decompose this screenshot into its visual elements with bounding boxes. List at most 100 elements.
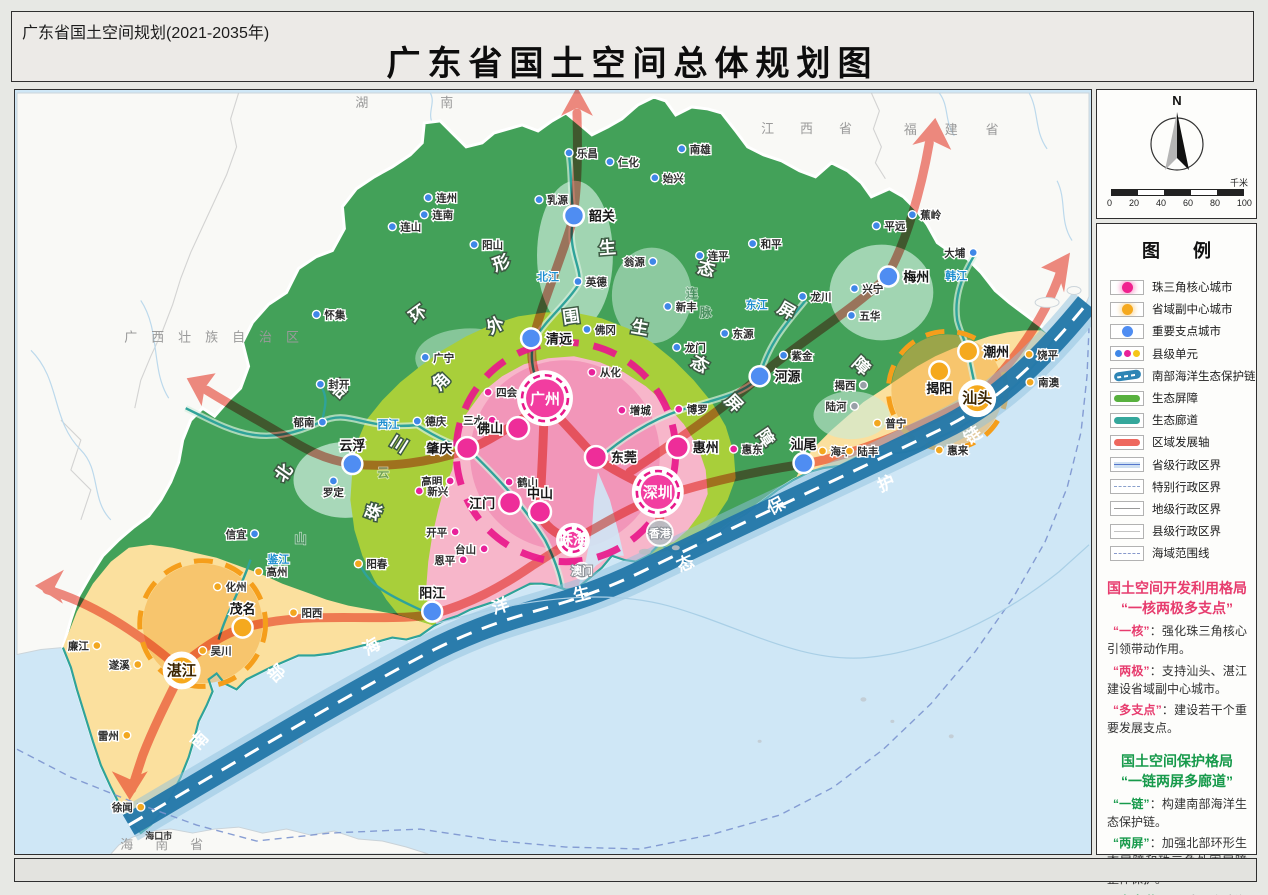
legend-item-label: 南部海洋生态保护链 bbox=[1152, 368, 1256, 384]
orange-city-dot bbox=[929, 361, 949, 381]
info-block-subheading: “一核两极多支点” bbox=[1107, 599, 1247, 619]
county-dot bbox=[459, 556, 467, 564]
city-label: 东莞 bbox=[611, 450, 637, 465]
county-label: 新丰 bbox=[676, 300, 697, 313]
legend-swatch-dot bbox=[1110, 324, 1144, 339]
subcenter-label: 湛江 bbox=[167, 661, 197, 679]
legend-item-label: 县级行政区界 bbox=[1152, 523, 1221, 539]
info-block-line: “多支点”：建设若干个重要发展支点。 bbox=[1107, 701, 1247, 737]
county-dot bbox=[850, 284, 858, 292]
scale-bar-ticks: 020406080100 bbox=[1107, 198, 1252, 208]
scale-segment bbox=[1138, 190, 1164, 195]
legend-item: 珠三角核心城市 bbox=[1110, 276, 1256, 298]
info-block-heading: 国土空间开发利用格局 bbox=[1107, 579, 1247, 599]
legend-item-label: 生态屏障 bbox=[1152, 390, 1198, 406]
county-dot bbox=[480, 545, 488, 553]
map-canvas: 北部环形生态屏障 珠三角外围生态屏障 南部海洋生态保护链 山连脉云山 西江北江东… bbox=[15, 90, 1091, 854]
river-label: 西江 bbox=[377, 417, 399, 431]
legend-item-label: 特别行政区界 bbox=[1152, 479, 1221, 495]
orange-city-dot bbox=[958, 341, 978, 361]
county-label: 徐闻 bbox=[111, 801, 133, 814]
county-label: 阳山 bbox=[482, 239, 503, 252]
legend-swatch-dots3 bbox=[1110, 346, 1144, 361]
legend-title: 图 例 bbox=[1097, 237, 1256, 263]
info-block-heading: 国土空间保护格局 bbox=[1107, 752, 1247, 772]
county-label: 紫金 bbox=[792, 349, 813, 362]
scale-segment bbox=[1112, 190, 1138, 195]
subcenter-city: 汕头 bbox=[958, 379, 996, 417]
legend-item-label: 地级行政区界 bbox=[1152, 501, 1221, 517]
county-dot bbox=[649, 258, 657, 266]
county-label: 兴宁 bbox=[862, 282, 883, 295]
legend-item-label: 海域范围线 bbox=[1152, 545, 1210, 561]
county-dot bbox=[606, 158, 614, 166]
county-dot bbox=[673, 343, 681, 351]
mountain-label: 云 bbox=[377, 466, 389, 480]
county-dot bbox=[199, 647, 207, 655]
county-label: 遂溪 bbox=[109, 658, 130, 671]
city-label: 潮州 bbox=[983, 344, 1009, 359]
scale-tick: 80 bbox=[1210, 198, 1220, 208]
county-label: 阳春 bbox=[366, 558, 387, 571]
city-label: 江门 bbox=[469, 496, 495, 511]
node-city-dot bbox=[564, 206, 584, 226]
county-label: 饶平 bbox=[1037, 348, 1058, 361]
prd-city: 江门 bbox=[469, 492, 521, 514]
county-label: 四会 bbox=[496, 386, 517, 399]
county-dot bbox=[651, 174, 659, 182]
province-label: 江西省 bbox=[761, 121, 878, 136]
arc-char: 围 bbox=[561, 306, 580, 327]
prd-city: 惠州 bbox=[667, 436, 719, 458]
county-dot bbox=[316, 380, 324, 388]
river-label: 北江 bbox=[537, 270, 559, 284]
legend-item: 南部海洋生态保护链 bbox=[1110, 365, 1256, 387]
north-label: N bbox=[1172, 93, 1181, 108]
legend-swatch-bar bbox=[1110, 391, 1144, 406]
county-dot bbox=[388, 223, 396, 231]
subcenter-city: 湛江 bbox=[163, 652, 201, 690]
legend-swatch-line-thin bbox=[1110, 524, 1144, 539]
province-label: 福建省 bbox=[904, 122, 1027, 137]
info-block-line: “一核”：强化珠三角核心引领带动作用。 bbox=[1107, 622, 1247, 658]
prd-city-dot bbox=[585, 446, 607, 468]
city-label: 梅州 bbox=[903, 270, 929, 285]
info-block-line: “一链”：构建南部海洋生态保护链。 bbox=[1107, 795, 1247, 831]
county-label: 信宜 bbox=[226, 528, 247, 541]
city-label: 韶关 bbox=[589, 209, 615, 224]
county-dot bbox=[847, 311, 855, 319]
info-block-subheading: “一链两屏多廊道” bbox=[1107, 772, 1247, 792]
city-label: 佛山 bbox=[476, 421, 503, 436]
county-dot bbox=[424, 194, 432, 202]
legend-item-label: 生态廊道 bbox=[1152, 412, 1198, 428]
legend-item-label: 省级行政区界 bbox=[1152, 457, 1221, 473]
county-label: 阳西 bbox=[301, 608, 322, 620]
page-title: 广东省国土空间总体规划图 bbox=[12, 36, 1253, 85]
info-block-line: “两极”：支持汕头、湛江建设省域副中心城市。 bbox=[1107, 662, 1247, 698]
province-label: 广西壮族自治区 bbox=[124, 329, 313, 344]
county-label: 怀集 bbox=[324, 308, 345, 321]
city-label: 惠州 bbox=[693, 440, 719, 455]
city-label: 肇庆 bbox=[425, 441, 452, 456]
legend-swatch-wave bbox=[1110, 368, 1144, 383]
legend-swatch-bar bbox=[1110, 435, 1144, 450]
county-dot bbox=[618, 406, 626, 414]
legend-item: 县级单元 bbox=[1110, 343, 1256, 365]
county-dot bbox=[749, 240, 757, 248]
info-block: 国土空间开发利用格局“一核两极多支点” “一核”：强化珠三角核心引领带动作用。 “两… bbox=[1107, 579, 1247, 737]
county-dot bbox=[251, 530, 259, 538]
county-label: 翁源 bbox=[623, 256, 645, 269]
legend-swatch-line bbox=[1110, 501, 1144, 516]
city-label: 茂名 bbox=[230, 602, 256, 617]
prd-city-dot bbox=[499, 492, 521, 514]
legend-item: 海域范围线 bbox=[1110, 542, 1256, 564]
county-label: 恩平 bbox=[434, 555, 455, 567]
county-dot bbox=[93, 642, 101, 650]
county-label: 始兴 bbox=[663, 172, 684, 185]
river-label: 鉴江 bbox=[267, 552, 290, 566]
node-city-dot bbox=[750, 366, 770, 386]
compass: N bbox=[1098, 92, 1255, 176]
arc-char: 生 bbox=[630, 316, 650, 339]
county-label: 台山 bbox=[455, 543, 476, 556]
scale-segment bbox=[1191, 190, 1217, 195]
scale-bar: 千米 020406080100 bbox=[1111, 189, 1244, 208]
